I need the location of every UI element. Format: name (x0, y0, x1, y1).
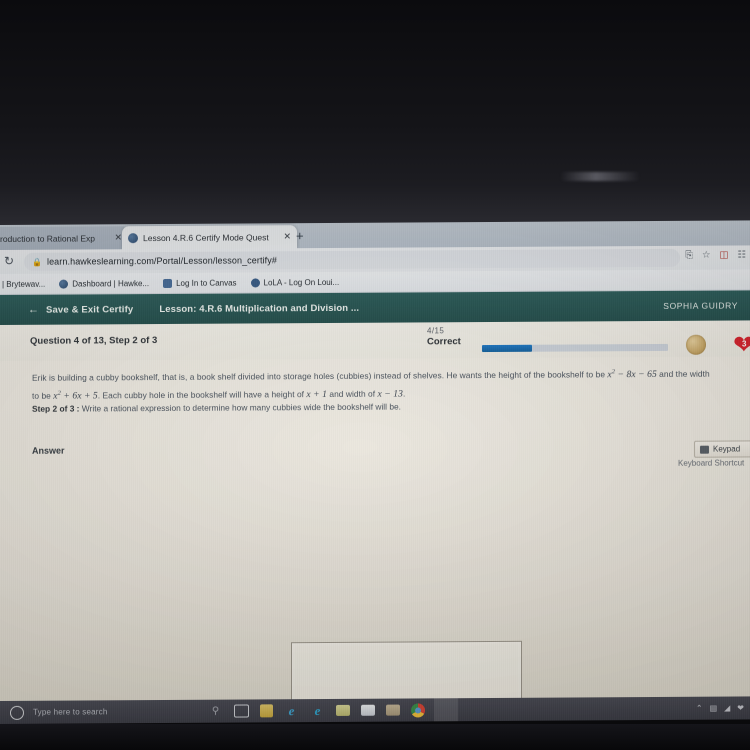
tray-volume-icon[interactable]: ◢ (724, 704, 730, 713)
step-instruction: Step 2 of 3 : Write a rational expressio… (32, 398, 672, 416)
question-part-4: and width of (327, 388, 378, 399)
file-explorer-icon[interactable] (386, 704, 400, 716)
bookmark-canvas[interactable]: Log In to Canvas (163, 278, 237, 288)
step-label: Step 2 of 3 : (32, 403, 80, 414)
width-expression: x2 + 6x + 5 (53, 389, 98, 402)
tray-chevron-icon[interactable]: ⌃ (696, 704, 703, 713)
keypad-button[interactable]: Keypad (694, 440, 750, 458)
laptop-bezel-bottom (0, 724, 750, 750)
bookmark-label: Log In to Canvas (176, 278, 237, 288)
tab-title: roduction to Rational Exp (0, 232, 95, 244)
browser-toolbar-icons: ⎘ ☆ ◫ ☷ (685, 249, 746, 260)
browser-tab-active[interactable]: Lesson 4.R.6 Certify Mode Quest ✕ (122, 225, 297, 250)
tab-title: Lesson 4.R.6 Certify Mode Quest (143, 231, 269, 243)
score-fraction: 4/15 (427, 326, 445, 336)
internet-explorer-icon[interactable]: e (284, 703, 299, 718)
close-icon[interactable]: ✕ (283, 231, 291, 242)
menu-icon[interactable]: ☷ (737, 249, 746, 260)
share-icon[interactable]: ⎘ (685, 250, 693, 261)
mail-icon[interactable] (361, 704, 375, 716)
answer-label: Answer (32, 445, 65, 456)
canvas-icon (163, 278, 173, 288)
url-text: learn.hawkeslearning.com/Portal/Lesson/l… (46, 255, 277, 267)
task-view-icon[interactable] (234, 704, 249, 718)
cubby-width-expression: x − 13 (377, 388, 403, 400)
cortana-mic-icon[interactable]: ⚲ (208, 704, 223, 719)
hawkes-favicon (128, 232, 138, 243)
laptop-bezel-top (0, 0, 750, 225)
chrome-icon[interactable] (411, 702, 425, 717)
question-part-5: . (402, 388, 406, 399)
question-step-label: Question 4 of 13, Step 2 of 3 (30, 335, 158, 347)
question-part-1: Erik is building a cubby bookshelf, that… (32, 369, 608, 383)
lola-icon (250, 277, 260, 287)
question-body: Erik is building a cubby bookshelf, that… (0, 356, 750, 724)
user-name: SOPHIA GUIDRY (663, 300, 738, 311)
close-icon[interactable]: ✕ (114, 232, 122, 243)
keyboard-shortcut-link[interactable]: Keyboard Shortcut (678, 458, 744, 467)
windows-taskbar: Type here to search ⚲ e e ⌃ ▤ ◢ ❤ (0, 696, 750, 724)
cubby-height-expression: x + 1 (306, 388, 327, 401)
bookmark-lola[interactable]: LoLA - Log On Loui... (250, 277, 340, 287)
edge-icon[interactable]: e (310, 703, 325, 718)
bookmark-hawkes-dashboard[interactable]: Dashboard | Hawke... (59, 279, 149, 289)
keypad-label: Keypad (713, 444, 741, 454)
laptop-screen-photo: roduction to Rational Exp ✕ Lesson 4.R.6… (0, 0, 750, 750)
question-status-bar: Question 4 of 13, Step 2 of 3 4/15 Corre… (0, 320, 750, 362)
coin-icon (686, 334, 706, 355)
bezel-light-glint (560, 172, 640, 181)
taskbar-search-input[interactable]: Type here to search (33, 707, 108, 716)
score-display: 4/15 Correct (427, 326, 461, 347)
taskbar-icons: ⚲ e e (208, 698, 425, 722)
score-word: Correct (427, 336, 461, 348)
keypad-icon (700, 445, 709, 454)
address-bar[interactable]: 🔒 learn.hawkeslearning.com/Portal/Lesson… (24, 248, 680, 271)
question-part-3: . Each cubby hole in the bookshelf will … (97, 389, 307, 401)
reload-icon[interactable]: ↻ (4, 254, 14, 268)
hawkes-icon (59, 279, 69, 289)
screen-content: roduction to Rational Exp ✕ Lesson 4.R.6… (0, 220, 750, 724)
bookmark-label: | Brytewav... (2, 279, 46, 289)
save-and-exit-button[interactable]: Save & Exit Certify (46, 304, 133, 316)
new-tab-button[interactable]: + (296, 228, 304, 243)
back-arrow-icon[interactable]: ← (28, 304, 39, 316)
start-button-icon[interactable] (10, 705, 24, 720)
lesson-header-bar: ← Save & Exit Certify Lesson: 4.R.6 Mult… (0, 290, 750, 325)
lock-icon: 🔒 (32, 257, 42, 267)
browser-tab-inactive[interactable]: roduction to Rational Exp ✕ (0, 226, 128, 251)
bookmark-label: LoLA - Log On Loui... (263, 277, 340, 287)
bookmark-brytewave[interactable]: | Brytewav... (2, 279, 45, 288)
extension-icon[interactable]: ◫ (719, 250, 728, 261)
hearts-count: 3 (742, 339, 747, 349)
microsoft-store-icon[interactable] (260, 704, 273, 718)
yellow-app-icon[interactable] (336, 704, 350, 716)
progress-bar-fill (482, 344, 533, 353)
bookmark-label: Dashboard | Hawke... (72, 278, 150, 289)
chrome-active-highlight (434, 698, 458, 722)
tray-notification-icon[interactable]: ❤ (737, 703, 744, 712)
step-body: Write a rational expression to determine… (79, 401, 401, 414)
system-tray: ⌃ ▤ ◢ ❤ (696, 696, 744, 719)
height-expression: x2 − 8x − 65 (607, 368, 657, 381)
bookmark-star-icon[interactable]: ☆ (702, 250, 711, 261)
progress-bar-track (482, 343, 668, 353)
tray-network-icon[interactable]: ▤ (710, 704, 718, 713)
lesson-title: Lesson: 4.R.6 Multiplication and Divisio… (159, 302, 360, 315)
